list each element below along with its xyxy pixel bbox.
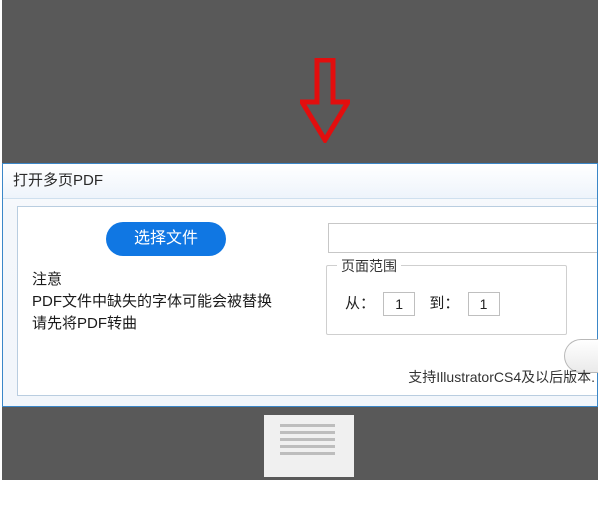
- dialog-titlebar[interactable]: 打开多页PDF: [3, 164, 597, 199]
- page-range-to-label: 到：: [429, 295, 459, 312]
- file-path-input[interactable]: [328, 223, 597, 253]
- page-range-from-input[interactable]: 1: [383, 292, 415, 316]
- callout-arrow-icon: [300, 58, 350, 143]
- warning-heading: 注意: [32, 269, 312, 291]
- app-stage: 打开多页PDF 选择文件 注意 PDF文件中缺失的字体可能会被替换 请先将PDF…: [0, 0, 600, 508]
- open-multipage-pdf-dialog: 打开多页PDF 选择文件 注意 PDF文件中缺失的字体可能会被替换 请先将PDF…: [2, 163, 598, 407]
- warning-block: 注意 PDF文件中缺失的字体可能会被替换 请先将PDF转曲: [32, 269, 312, 335]
- dialog-title: 打开多页PDF: [13, 172, 103, 189]
- page-range-legend: 页面范围: [337, 256, 401, 276]
- choose-file-button[interactable]: 选择文件: [106, 222, 226, 256]
- support-text: 支持IllustratorCS4及以后版本.: [408, 367, 595, 387]
- warning-line-2: 请先将PDF转曲: [32, 313, 312, 335]
- page-range-fieldset: 页面范围 从： 1 到： 1: [326, 265, 567, 335]
- document-page-lines: [280, 424, 335, 464]
- warning-line-1: PDF文件中缺失的字体可能会被替换: [32, 291, 312, 313]
- page-range-from-label: 从：: [345, 295, 375, 312]
- page-range-to-input[interactable]: 1: [468, 292, 500, 316]
- page-range-row: 从： 1 到： 1: [345, 292, 510, 316]
- dialog-body: 选择文件 注意 PDF文件中缺失的字体可能会被替换 请先将PDF转曲 页面范围 …: [17, 206, 597, 396]
